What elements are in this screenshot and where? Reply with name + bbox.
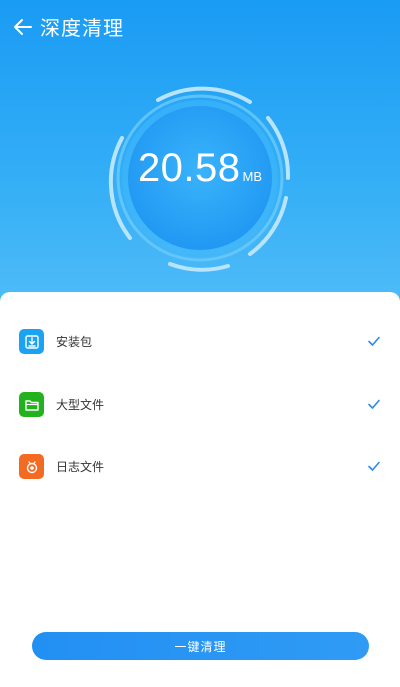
junk-size-value: 20.58 (137, 146, 241, 190)
item-label: 大型文件 (56, 398, 105, 412)
list-item-install-packages[interactable]: 安装包 (0, 322, 400, 362)
arrow-left-icon (14, 19, 32, 35)
log-icon (19, 454, 44, 479)
junk-size-unit: MB (242, 169, 263, 184)
category-panel: 安装包 大型文件 日志文件 (0, 292, 400, 687)
list-item-large-files[interactable]: 大型文件 (0, 385, 400, 425)
check-icon[interactable] (367, 397, 381, 411)
item-label: 日志文件 (56, 460, 105, 474)
gauge-arc-bottom (168, 262, 230, 272)
check-icon[interactable] (367, 334, 381, 348)
back-button[interactable] (10, 14, 36, 40)
check-icon[interactable] (367, 459, 381, 473)
top-bar: 深度清理 (0, 0, 400, 58)
list-item-log-files[interactable]: 日志文件 (0, 447, 400, 487)
folder-icon (19, 392, 44, 417)
one-click-clean-button[interactable]: 一键清理 (32, 632, 369, 660)
junk-size: 20.58 MB (100, 146, 300, 200)
download-icon (19, 329, 44, 354)
item-label: 安装包 (56, 335, 93, 349)
page-title: 深度清理 (40, 16, 124, 40)
